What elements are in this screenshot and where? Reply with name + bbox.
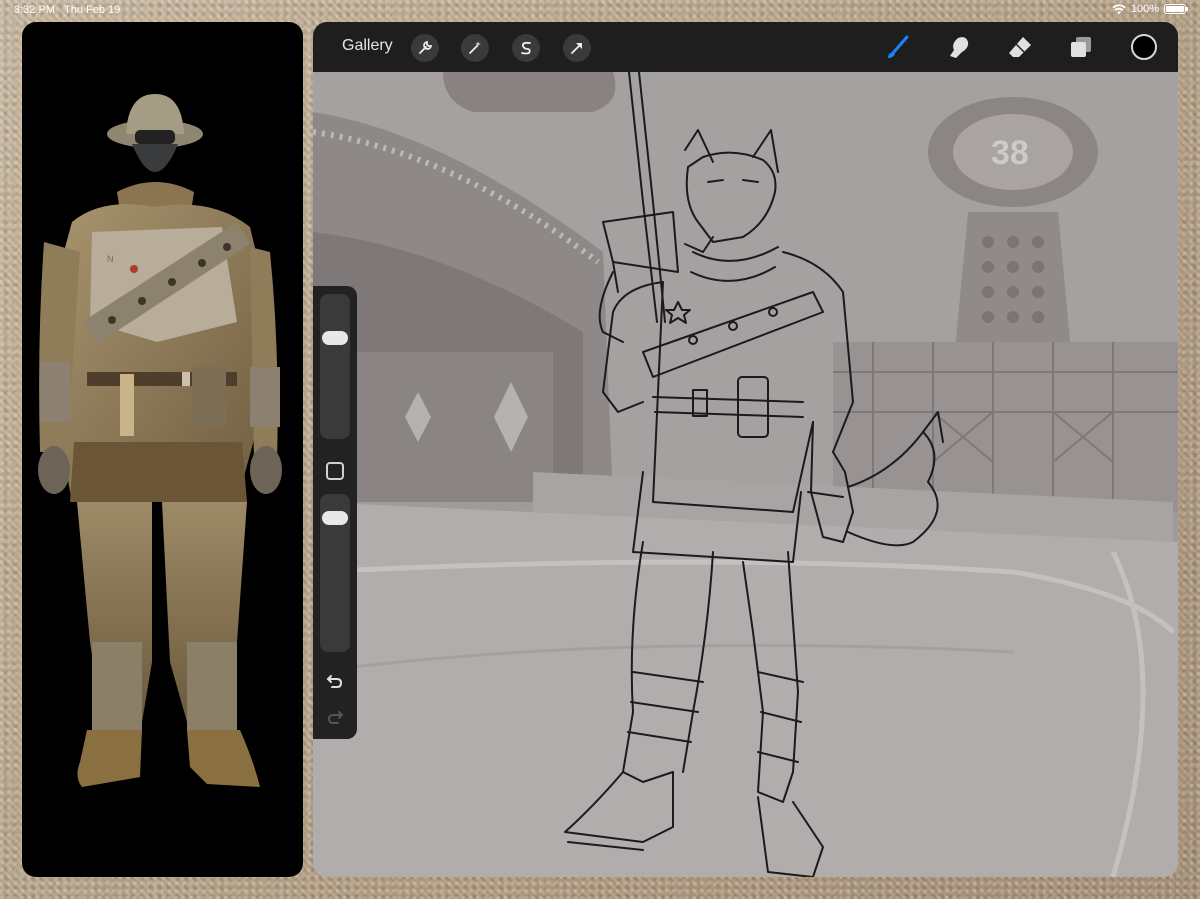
drawing-canvas[interactable]: 38 — [313, 72, 1178, 877]
gallery-button[interactable]: Gallery — [342, 37, 393, 55]
battery-icon — [1164, 4, 1188, 14]
status-time: 3:32 PM — [14, 4, 55, 16]
reference-image: N — [38, 94, 282, 787]
opacity-slider[interactable] — [320, 494, 350, 652]
reference-panel[interactable]: N — [22, 22, 303, 877]
modify-square-icon[interactable] — [326, 462, 344, 480]
svg-text:N: N — [107, 254, 114, 264]
brush-size-thumb[interactable] — [322, 330, 348, 345]
opacity-thumb[interactable] — [322, 511, 348, 526]
status-bar: 3:32 PM Thu Feb 19 100% — [0, 0, 1200, 20]
eraser-icon[interactable] — [1005, 32, 1035, 62]
battery-fill — [1166, 6, 1184, 12]
layers-icon[interactable] — [1066, 32, 1096, 62]
redo-icon[interactable] — [324, 706, 346, 728]
arrow-transform-icon[interactable] — [563, 34, 591, 62]
selection-s-icon[interactable] — [512, 34, 540, 62]
wrench-icon[interactable] — [411, 34, 439, 62]
brush-icon[interactable] — [883, 32, 913, 62]
brush-size-slider[interactable] — [320, 294, 350, 439]
top-toolbar: Gallery — [313, 22, 1178, 72]
status-right: 100% — [1112, 3, 1188, 15]
undo-icon[interactable] — [324, 670, 346, 692]
canvas-window[interactable]: Gallery 38 — [313, 22, 1178, 877]
brush-sidebar — [313, 286, 357, 739]
status-date: Thu Feb 19 — [64, 4, 121, 16]
smudge-icon[interactable] — [944, 32, 974, 62]
wifi-icon — [1112, 3, 1126, 14]
battery-percent: 100% — [1130, 3, 1159, 15]
magic-wand-icon[interactable] — [461, 34, 489, 62]
color-picker-swatch[interactable] — [1131, 34, 1157, 60]
svg-text:38: 38 — [991, 134, 1029, 172]
